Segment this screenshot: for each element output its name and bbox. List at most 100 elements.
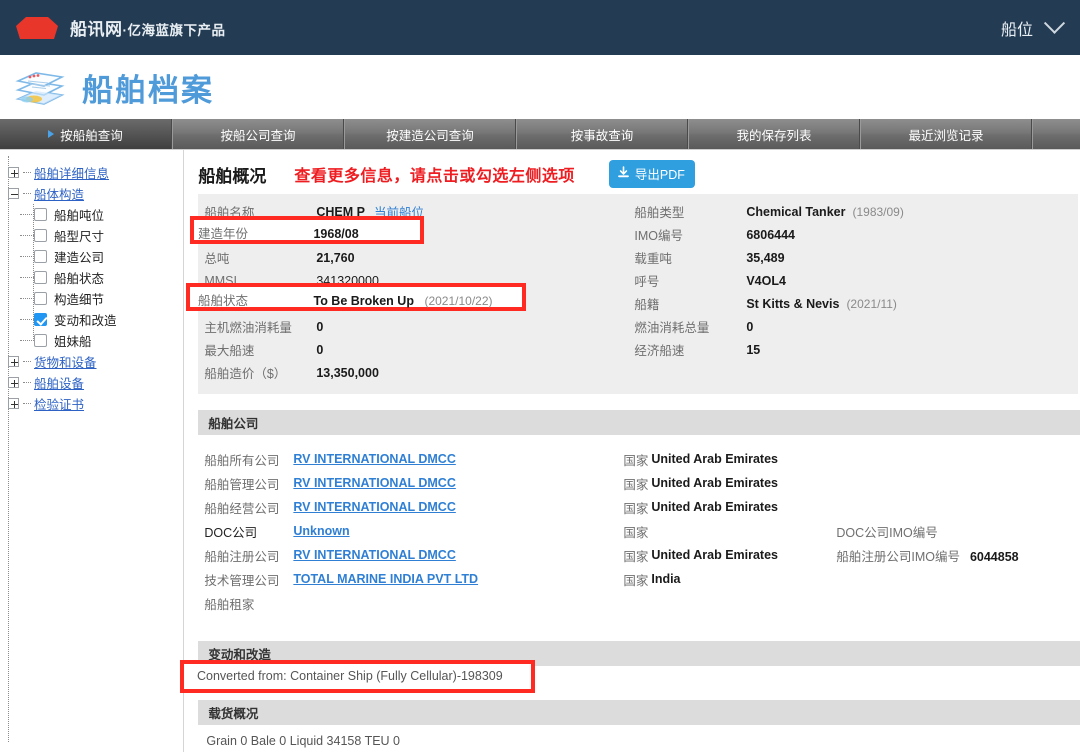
tab-label: 按船公司查询 bbox=[220, 125, 295, 144]
app-title-band: 船舶档案 bbox=[0, 55, 1080, 119]
documents-stack-icon bbox=[12, 61, 68, 113]
checkbox-checked[interactable] bbox=[34, 313, 47, 326]
field-date: (2021/11) bbox=[846, 297, 896, 311]
cargo-text: Grain 0 Bale 0 Liquid 34158 TEU 0 bbox=[198, 725, 1080, 748]
field-label: 船舶类型 bbox=[628, 202, 746, 221]
company-link[interactable]: RV INTERNATIONAL DMCC bbox=[293, 548, 456, 562]
export-pdf-button[interactable]: 导出PDF bbox=[609, 160, 695, 188]
content-header: 船舶概况 查看更多信息，请点击或勾选左侧选项 导出PDF bbox=[198, 158, 1080, 190]
sidebar-item-label[interactable]: 货物和设备 bbox=[34, 352, 97, 371]
row-label: DOC公司 bbox=[198, 522, 293, 541]
tab-by-builder-company[interactable]: 按建造公司查询 bbox=[344, 119, 516, 149]
table-row: 船舶租家 bbox=[198, 591, 1080, 615]
overview-row: 船舶造价（$） 13,350,000 bbox=[198, 361, 1078, 384]
tree-dash bbox=[20, 319, 34, 320]
tree-dash bbox=[20, 235, 34, 236]
field-value: 15 bbox=[746, 343, 760, 357]
field-value: 35,489 bbox=[746, 251, 784, 265]
instruction-notice: 查看更多信息，请点击或勾选左侧选项 bbox=[294, 162, 575, 186]
sidebar-item-label[interactable]: 船体构造 bbox=[34, 184, 84, 203]
sidebar-item-ship-status[interactable]: 船舶状态 bbox=[6, 267, 183, 288]
sidebar-item-label[interactable]: 船舶详细信息 bbox=[34, 163, 109, 182]
table-row: 技术管理公司 TOTAL MARINE INDIA PVT LTD 国家 Ind… bbox=[198, 567, 1080, 591]
current-position-link[interactable]: 当前船位 bbox=[374, 202, 424, 221]
table-row: 船舶经营公司 RV INTERNATIONAL DMCC 国家 United A… bbox=[198, 495, 1080, 519]
sidebar-item-conversions[interactable]: 变动和改造 bbox=[6, 309, 183, 330]
tree-dash bbox=[23, 193, 31, 194]
field-label: 船舶状态 bbox=[198, 290, 310, 309]
section-title-overview: 船舶概况 bbox=[198, 162, 266, 187]
row-label: 船舶管理公司 bbox=[198, 474, 293, 493]
tab-by-ship-company[interactable]: 按船公司查询 bbox=[172, 119, 344, 149]
sidebar-item-label: 船舶状态 bbox=[54, 268, 104, 287]
checkbox[interactable] bbox=[34, 208, 47, 221]
field-label: IMO编号 bbox=[628, 225, 746, 244]
sidebar-item-structure-detail[interactable]: 构造细节 bbox=[6, 288, 183, 309]
row-label: 船舶注册公司 bbox=[198, 546, 293, 565]
checkbox[interactable] bbox=[34, 229, 47, 242]
tab-by-ship[interactable]: 按船舶查询 bbox=[0, 119, 172, 149]
field-value: 13,350,000 bbox=[316, 366, 379, 380]
company-link[interactable]: RV INTERNATIONAL DMCC bbox=[293, 452, 456, 466]
tab-label: 按事故查询 bbox=[571, 125, 634, 144]
field-label: MMSI bbox=[198, 274, 316, 288]
sidebar-item-builder[interactable]: 建造公司 bbox=[6, 246, 183, 267]
tab-by-accident[interactable]: 按事故查询 bbox=[516, 119, 688, 149]
field-value: 0 bbox=[746, 320, 753, 334]
country-value: United Arab Emirates bbox=[651, 500, 836, 514]
sidebar-item-label[interactable]: 船舶设备 bbox=[34, 373, 84, 392]
tree-dash bbox=[20, 214, 34, 215]
table-row: 船舶注册公司 RV INTERNATIONAL DMCC 国家 United A… bbox=[198, 543, 1080, 567]
field-label: 船籍 bbox=[628, 294, 746, 313]
sidebar-item-label: 船舶吨位 bbox=[54, 205, 104, 224]
field-date: (2021/10/22) bbox=[424, 294, 492, 308]
sidebar-item-tonnage[interactable]: 船舶吨位 bbox=[6, 204, 183, 225]
company-link[interactable]: RV INTERNATIONAL DMCC bbox=[293, 500, 456, 514]
sidebar-item-label[interactable]: 检验证书 bbox=[34, 394, 84, 413]
collapse-minus-icon[interactable] bbox=[8, 188, 19, 199]
download-icon bbox=[617, 166, 630, 182]
chevron-down-icon[interactable] bbox=[1044, 13, 1065, 34]
expand-plus-icon[interactable] bbox=[8, 398, 19, 409]
sidebar-item-label: 变动和改造 bbox=[54, 310, 117, 329]
field-value: To Be Broken Up bbox=[313, 294, 413, 308]
tree-dash bbox=[23, 361, 31, 362]
sidebar-item-cargo-equipment[interactable]: 货物和设备 bbox=[6, 351, 183, 372]
sidebar-item-survey-certificates[interactable]: 检验证书 bbox=[6, 393, 183, 414]
tab-recent-history[interactable]: 最近浏览记录 bbox=[860, 119, 1032, 149]
sidebar-item-hull-structure[interactable]: 船体构造 bbox=[6, 183, 183, 204]
sidebar-tree: 船舶详细信息 船体构造 船舶吨位 船型尺寸 建造公司 bbox=[0, 150, 184, 752]
overview-row: 主机燃油消耗量 0 燃油消耗总量 0 bbox=[198, 315, 1078, 338]
country-value: United Arab Emirates bbox=[651, 476, 836, 490]
sidebar-item-sister-ships[interactable]: 姐妹船 bbox=[6, 330, 183, 351]
country-value: United Arab Emirates bbox=[651, 452, 836, 466]
country-value: India bbox=[651, 572, 836, 586]
tab-my-saved-list[interactable]: 我的保存列表 bbox=[688, 119, 860, 149]
annotation-content-conversion: Converted from: Container Ship (Fully Ce… bbox=[197, 669, 503, 683]
country-value: United Arab Emirates bbox=[651, 548, 836, 562]
checkbox[interactable] bbox=[34, 250, 47, 263]
field-value: 21,760 bbox=[316, 251, 354, 265]
checkbox[interactable] bbox=[34, 292, 47, 305]
brand-sub: ·亿海蓝旗下产品 bbox=[123, 23, 226, 38]
expand-plus-icon[interactable] bbox=[8, 377, 19, 388]
field-value: CHEM P bbox=[316, 205, 365, 219]
company-link[interactable]: TOTAL MARINE INDIA PVT LTD bbox=[293, 572, 478, 586]
expand-plus-icon[interactable] bbox=[8, 167, 19, 178]
field-value: 341320000 bbox=[316, 274, 379, 288]
sidebar-item-ship-details[interactable]: 船舶详细信息 bbox=[6, 162, 183, 183]
expand-plus-icon[interactable] bbox=[8, 356, 19, 367]
tab-label: 我的保存列表 bbox=[736, 125, 811, 144]
company-link[interactable]: RV INTERNATIONAL DMCC bbox=[293, 476, 456, 490]
topbar-menu[interactable]: 船位 bbox=[1001, 16, 1062, 40]
company-link[interactable]: Unknown bbox=[293, 524, 349, 538]
field-value: 0 bbox=[316, 343, 323, 357]
checkbox[interactable] bbox=[34, 271, 47, 284]
table-row: 船舶所有公司 RV INTERNATIONAL DMCC 国家 United A… bbox=[198, 447, 1080, 471]
table-row: 船舶管理公司 RV INTERNATIONAL DMCC 国家 United A… bbox=[198, 471, 1080, 495]
sidebar-item-ship-equipment[interactable]: 船舶设备 bbox=[6, 372, 183, 393]
checkbox[interactable] bbox=[34, 334, 47, 347]
sidebar-item-dimensions[interactable]: 船型尺寸 bbox=[6, 225, 183, 246]
site-brand[interactable]: 船讯网·亿海蓝旗下产品 bbox=[14, 15, 226, 41]
row-label: 技术管理公司 bbox=[198, 570, 293, 589]
